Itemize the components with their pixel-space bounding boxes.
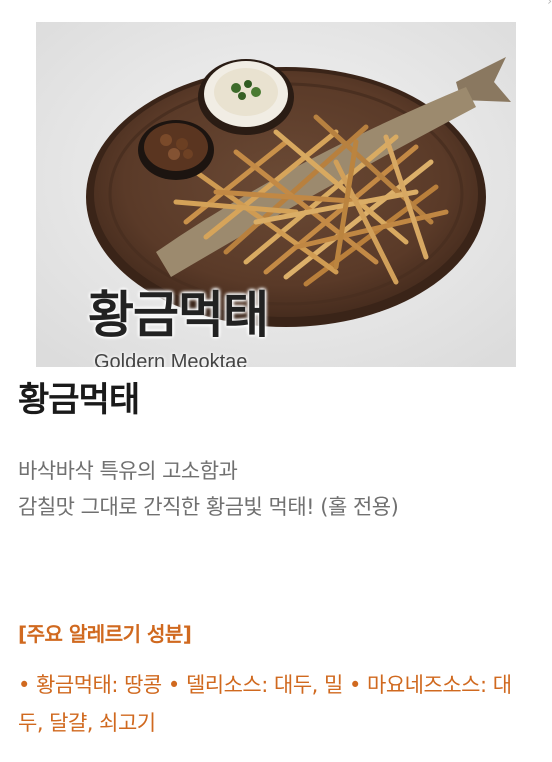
product-description: 바삭바삭 특유의 고소함과 감칠맛 그대로 간직한 황금빛 먹태! (홀 전용) [18, 453, 538, 525]
description-line: 바삭바삭 특유의 고소함과 [18, 459, 238, 483]
image-caption-korean: 황금먹태 [88, 286, 269, 344]
chevron-right-icon: › [547, 0, 552, 8]
product-image: 황금먹태 Goldern Meoktae [36, 22, 516, 367]
product-title: 황금먹태 [18, 380, 140, 420]
allergen-list: • 황금먹태: 땅콩 • 델리소스: 대두, 밀 • 마요네즈소스: 대두, 달… [18, 673, 512, 735]
allergen-heading: [주요 알레르기 성분] [18, 622, 192, 646]
description-line: 감칠맛 그대로 간직한 황금빛 먹태! (홀 전용) [18, 495, 399, 519]
image-caption-english: Goldern Meoktae [94, 351, 248, 367]
